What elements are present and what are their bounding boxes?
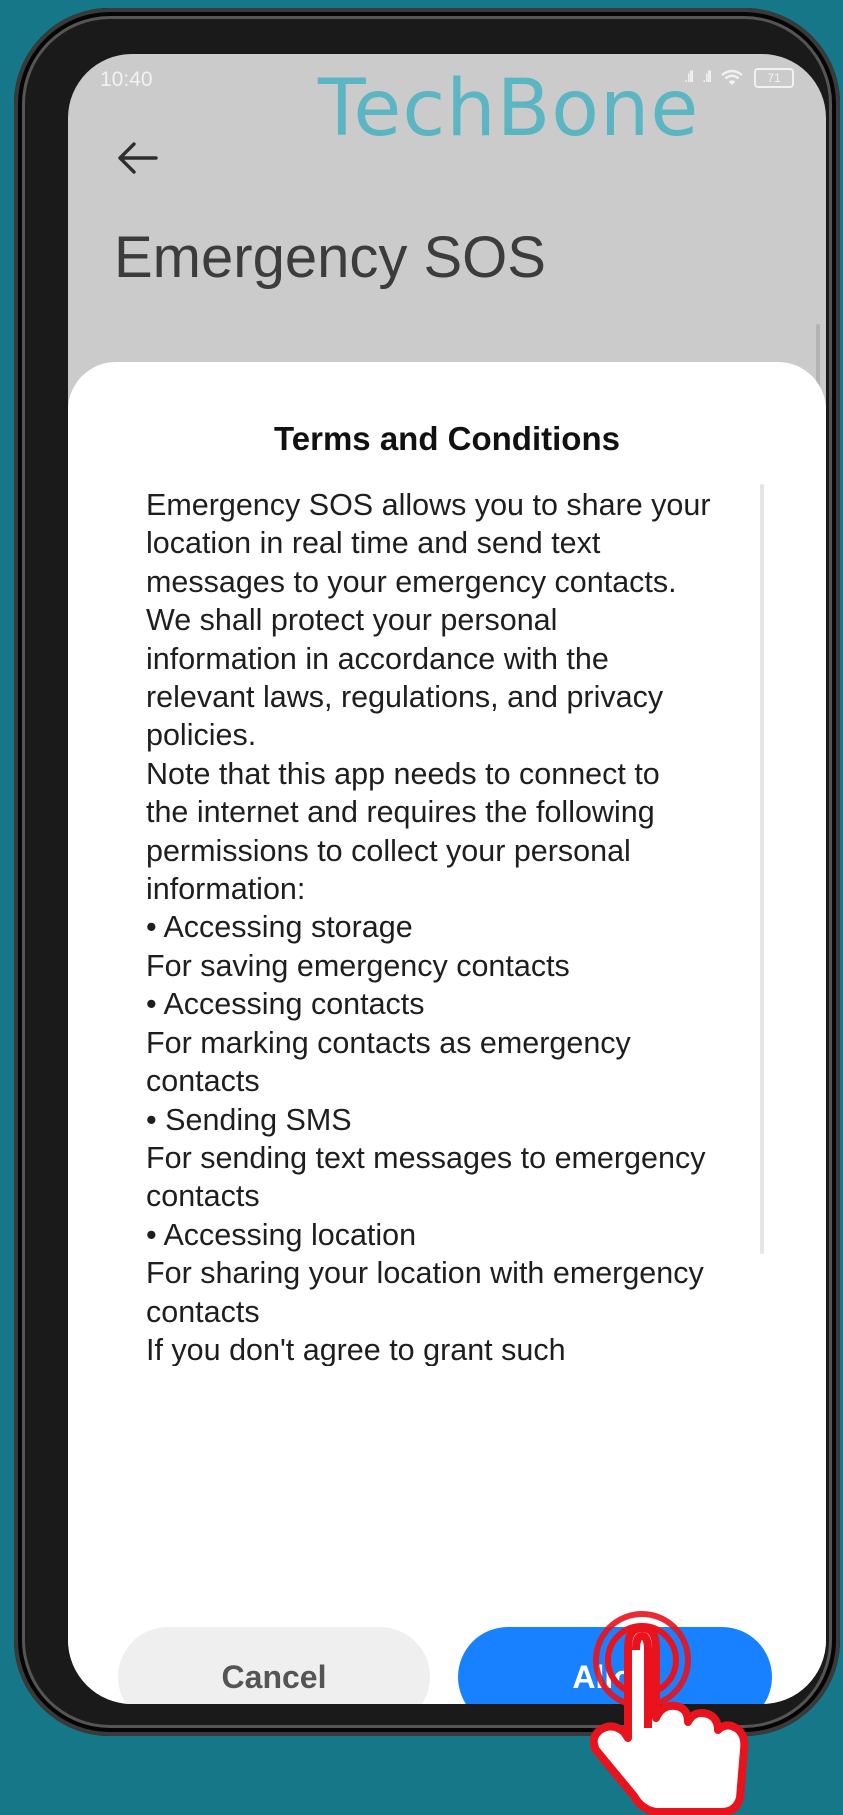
terms-line: For sharing your location with emergency — [146, 1256, 704, 1291]
terms-line: contacts — [146, 1064, 260, 1099]
terms-line: relevant laws, regulations, and privacy — [146, 680, 664, 715]
terms-line: the internet and requires the following — [146, 795, 655, 830]
back-arrow-icon[interactable] — [114, 134, 174, 194]
terms-line: permissions to collect your personal — [146, 833, 631, 868]
status-icons: .ıll .ıll 71 — [684, 68, 794, 88]
terms-body: Emergency SOS allows you to share your lo… — [146, 480, 802, 1366]
terms-line: location in real time and send text — [146, 526, 601, 561]
battery-icon: 71 — [754, 68, 794, 88]
terms-line: For marking contacts as emergency — [146, 1025, 631, 1060]
dialog-scrollbar[interactable] — [760, 484, 764, 1254]
dialog-title: Terms and Conditions — [274, 420, 620, 457]
terms-line: contacts — [146, 1179, 260, 1214]
terms-line: messages to your emergency contacts. — [146, 564, 677, 599]
pointing-hand-icon — [590, 1611, 749, 1815]
phone-frame: 10:40 .ıll .ıll 71 TechBone Emergency SO… — [14, 8, 840, 1736]
back-arrow-icon — [118, 142, 158, 174]
page-title: Emergency SOS — [114, 225, 546, 290]
terms-line: • Accessing storage — [146, 910, 413, 945]
terms-line: Note that this app needs to connect to — [146, 756, 660, 791]
terms-line: For saving emergency contacts — [146, 948, 570, 983]
terms-line: Emergency SOS allows you to share your — [146, 488, 711, 522]
terms-line: contacts — [146, 1294, 260, 1329]
terms-line: For sending text messages to emergency — [146, 1140, 706, 1175]
terms-line: • Accessing contacts — [146, 987, 425, 1022]
terms-line: • Sending SMS — [146, 1102, 352, 1137]
terms-line: policies. — [146, 718, 257, 753]
terms-line: • Accessing location — [146, 1217, 417, 1252]
terms-dialog: Terms and Conditions Emergency SOS allow… — [68, 362, 826, 1704]
cancel-button[interactable]: Cancel — [118, 1627, 430, 1704]
techbone-watermark: TechBone — [318, 64, 700, 154]
terms-line: If you don't agree to grant such — [146, 1332, 566, 1366]
terms-line: We shall protect your personal — [146, 603, 558, 638]
wifi-icon — [721, 69, 743, 85]
terms-line: information: — [146, 872, 306, 907]
status-time: 10:40 — [100, 68, 153, 91]
terms-body-scroll[interactable]: Emergency SOS allows you to share your lo… — [146, 480, 806, 1366]
terms-line: information in accordance with the — [146, 641, 609, 676]
phone-screen: 10:40 .ıll .ıll 71 TechBone Emergency SO… — [68, 54, 826, 1704]
signal-icon: .ıll — [702, 69, 712, 86]
